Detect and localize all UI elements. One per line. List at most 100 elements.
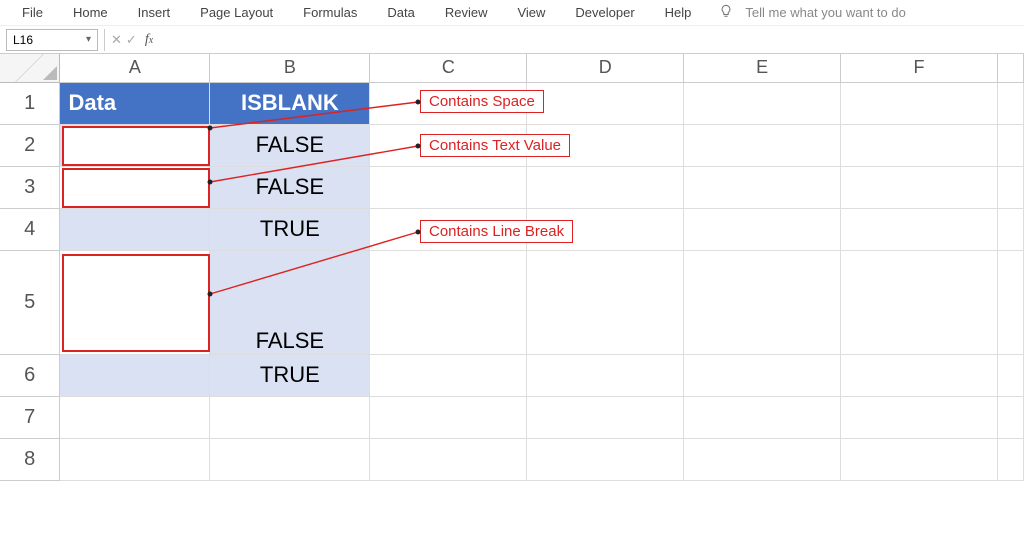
row-head-4[interactable]: 4 [0, 208, 60, 250]
cell-D3[interactable] [527, 166, 684, 208]
cell-B1[interactable]: ISBLANK [210, 82, 370, 124]
cell-D7[interactable] [527, 396, 684, 438]
col-head-extra[interactable] [997, 54, 1023, 82]
grid-table: A B C D E F 1 Data ISBLANK 2 FALSE [0, 54, 1024, 481]
name-box[interactable]: L16 ▾ [6, 29, 98, 51]
cell-G5[interactable] [997, 250, 1023, 354]
cell-E7[interactable] [684, 396, 841, 438]
column-header-row: A B C D E F [0, 54, 1024, 82]
row-8: 8 [0, 438, 1024, 480]
cell-G3[interactable] [997, 166, 1023, 208]
cell-E3[interactable] [684, 166, 841, 208]
cell-B6[interactable]: TRUE [210, 354, 370, 396]
cell-C5[interactable] [370, 250, 527, 354]
divider [104, 29, 105, 51]
row-5: 5 FALSE [0, 250, 1024, 354]
row-head-2[interactable]: 2 [0, 124, 60, 166]
cell-F7[interactable] [841, 396, 998, 438]
cell-A5[interactable] [60, 250, 210, 354]
cell-G8[interactable] [997, 438, 1023, 480]
cell-B3[interactable]: FALSE [210, 166, 370, 208]
cell-A6[interactable] [60, 354, 210, 396]
select-all-corner[interactable] [0, 54, 60, 82]
fx-icon[interactable]: fx [145, 32, 153, 48]
menu-view[interactable]: View [505, 3, 557, 22]
cell-D8[interactable] [527, 438, 684, 480]
row-head-3[interactable]: 3 [0, 166, 60, 208]
chevron-down-icon[interactable]: ▾ [86, 34, 91, 45]
cell-C6[interactable] [370, 354, 527, 396]
cell-C7[interactable] [370, 396, 527, 438]
menu-file[interactable]: File [10, 3, 55, 22]
menu-help[interactable]: Help [653, 3, 704, 22]
row-head-8[interactable]: 8 [0, 438, 60, 480]
cell-F4[interactable] [841, 208, 998, 250]
cell-B5[interactable]: FALSE [210, 250, 370, 354]
annotation-line-break: Contains Line Break [420, 220, 573, 243]
cell-B4[interactable]: TRUE [210, 208, 370, 250]
col-head-C[interactable]: C [370, 54, 527, 82]
col-head-A[interactable]: A [60, 54, 210, 82]
cancel-icon[interactable]: ✕ [111, 32, 122, 48]
col-head-B[interactable]: B [210, 54, 370, 82]
ribbon-menu: File Home Insert Page Layout Formulas Da… [0, 0, 1024, 26]
cell-F2[interactable] [841, 124, 998, 166]
cell-B7[interactable] [210, 396, 370, 438]
row-head-1[interactable]: 1 [0, 82, 60, 124]
cell-A2[interactable] [60, 124, 210, 166]
cell-F6[interactable] [841, 354, 998, 396]
row-head-6[interactable]: 6 [0, 354, 60, 396]
menu-formulas[interactable]: Formulas [291, 3, 369, 22]
cell-F8[interactable] [841, 438, 998, 480]
spreadsheet-grid: A B C D E F 1 Data ISBLANK 2 FALSE [0, 54, 1024, 481]
menu-data[interactable]: Data [375, 3, 426, 22]
cell-D6[interactable] [527, 354, 684, 396]
tell-me-search[interactable]: Tell me what you want to do [745, 5, 905, 20]
cell-B8[interactable] [210, 438, 370, 480]
lightbulb-icon [719, 4, 733, 21]
formula-bar: L16 ▾ ✕ ✓ fx [0, 26, 1024, 54]
row-3: 3 text FALSE [0, 166, 1024, 208]
cell-E5[interactable] [684, 250, 841, 354]
cell-C3[interactable] [370, 166, 527, 208]
cell-E6[interactable] [684, 354, 841, 396]
annotation-space: Contains Space [420, 90, 544, 113]
cell-F1[interactable] [841, 82, 998, 124]
menu-home[interactable]: Home [61, 3, 120, 22]
cell-G6[interactable] [997, 354, 1023, 396]
formula-action-icons: ✕ ✓ fx [111, 32, 153, 48]
cell-A7[interactable] [60, 396, 210, 438]
cell-E2[interactable] [684, 124, 841, 166]
menu-insert[interactable]: Insert [126, 3, 183, 22]
col-head-E[interactable]: E [684, 54, 841, 82]
cell-A1[interactable]: Data [60, 82, 210, 124]
cell-A8[interactable] [60, 438, 210, 480]
menu-review[interactable]: Review [433, 3, 500, 22]
cell-F3[interactable] [841, 166, 998, 208]
cell-A4[interactable] [60, 208, 210, 250]
col-head-F[interactable]: F [841, 54, 998, 82]
cell-G7[interactable] [997, 396, 1023, 438]
menu-page-layout[interactable]: Page Layout [188, 3, 285, 22]
formula-input[interactable] [153, 29, 1024, 51]
cell-E4[interactable] [684, 208, 841, 250]
cell-D1[interactable] [527, 82, 684, 124]
cell-B2[interactable]: FALSE [210, 124, 370, 166]
cell-C8[interactable] [370, 438, 527, 480]
name-box-value: L16 [13, 33, 33, 47]
cell-A3[interactable]: text [60, 166, 210, 208]
row-head-5[interactable]: 5 [0, 250, 60, 354]
annotation-text-value: Contains Text Value [420, 134, 570, 157]
cell-G2[interactable] [997, 124, 1023, 166]
confirm-icon[interactable]: ✓ [126, 32, 137, 48]
cell-G1[interactable] [997, 82, 1023, 124]
col-head-D[interactable]: D [527, 54, 684, 82]
row-6: 6 TRUE [0, 354, 1024, 396]
cell-E1[interactable] [684, 82, 841, 124]
cell-E8[interactable] [684, 438, 841, 480]
row-head-7[interactable]: 7 [0, 396, 60, 438]
cell-G4[interactable] [997, 208, 1023, 250]
menu-developer[interactable]: Developer [563, 3, 646, 22]
cell-F5[interactable] [841, 250, 998, 354]
cell-D5[interactable] [527, 250, 684, 354]
